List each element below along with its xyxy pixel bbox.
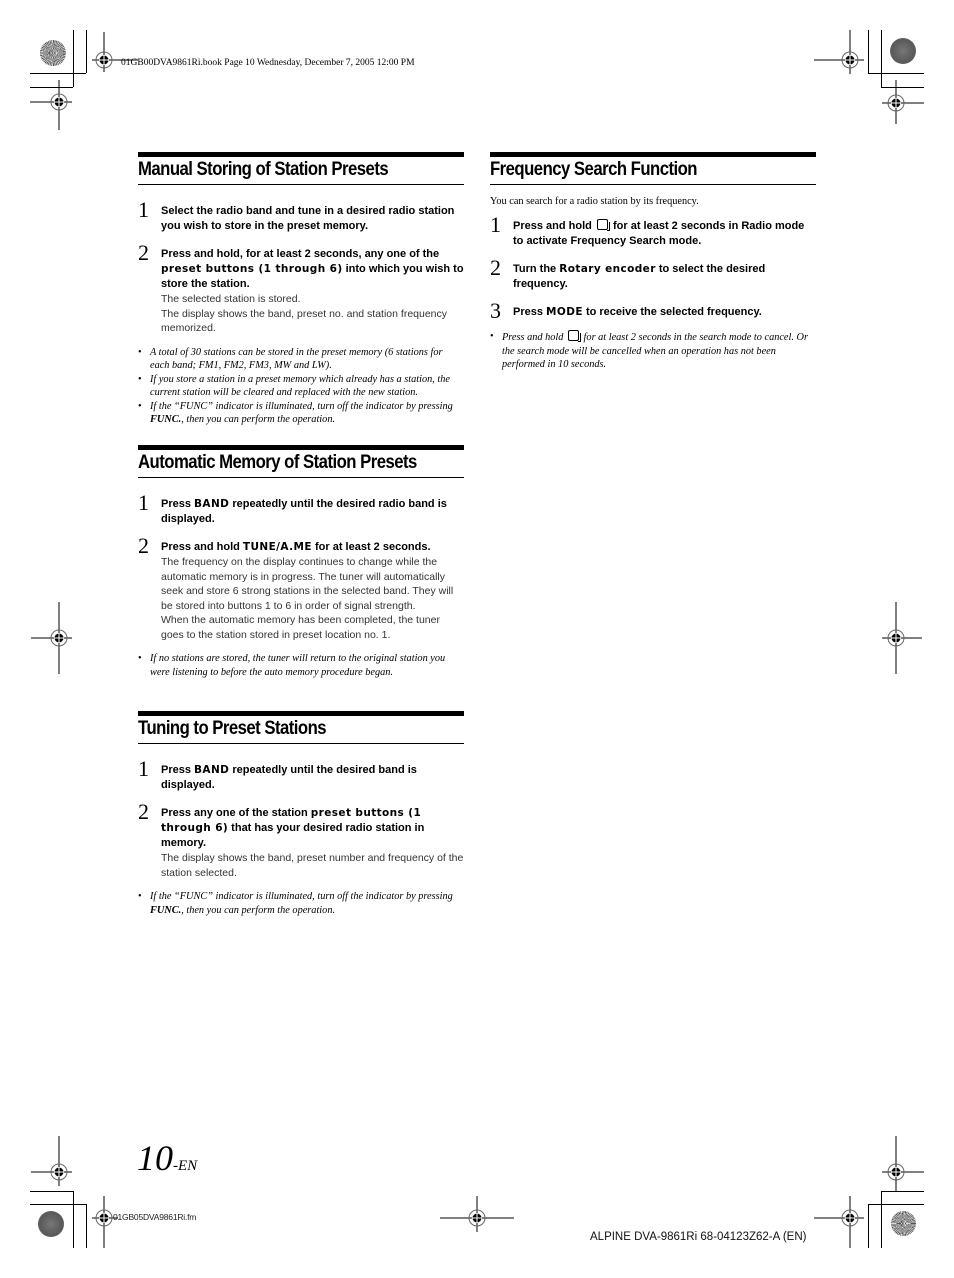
search-button-icon xyxy=(596,219,610,231)
registration-target-icon xyxy=(31,602,72,674)
color-rosette-icon xyxy=(38,1211,64,1237)
step-instruction: Press and hold TUNE/A.ME for at least 2 … xyxy=(161,541,431,553)
step-item: 2 Press and hold, for at least 2 seconds… xyxy=(138,241,464,336)
footer-model-code: ALPINE DVA-9861Ri 68-04123Z62-A (EN) xyxy=(590,1231,807,1243)
registration-target-icon xyxy=(30,80,72,130)
section-frequency-search: Frequency Search Function You can search… xyxy=(490,152,816,372)
section-tuning-presets: Tuning to Preset Stations 1 Press BAND r… xyxy=(138,711,464,917)
crop-line xyxy=(73,1191,74,1248)
step-instruction: Press BAND repeatedly until the desired … xyxy=(161,498,447,525)
step-instruction: Press BAND repeatedly until the desired … xyxy=(161,764,417,791)
registration-target-icon xyxy=(814,1196,864,1248)
color-rosette-icon xyxy=(890,38,916,64)
step-instruction: Press and hold for at least 2 seconds in… xyxy=(513,219,805,247)
section-automatic-memory: Automatic Memory of Station Presets 1 Pr… xyxy=(138,445,464,679)
step-result: When the automatic memory has been compl… xyxy=(161,614,440,641)
search-button-icon xyxy=(567,330,581,342)
step-number: 1 xyxy=(490,212,501,237)
crop-line xyxy=(86,30,87,73)
section-title: Manual Storing of Station Presets xyxy=(138,159,389,180)
step-item: 1 Press and hold for at least 2 seconds … xyxy=(490,213,816,249)
step-number: 3 xyxy=(490,298,501,323)
notes-list: • Press and hold for at least 2 seconds i… xyxy=(490,330,816,372)
section-title: Tuning to Preset Stations xyxy=(138,718,327,739)
step-item: 1 Press BAND repeatedly until the desire… xyxy=(138,491,464,527)
crop-line xyxy=(881,1191,882,1248)
key-label: MODE xyxy=(546,306,583,318)
step-result: The selected station is stored. xyxy=(161,293,301,305)
step-number: 2 xyxy=(138,799,149,824)
step-item: 3 Press MODE to receive the selected fre… xyxy=(490,299,816,323)
step-item: 2 Turn the Rotary encoder to select the … xyxy=(490,256,816,292)
step-result: The display shows the band, preset no. a… xyxy=(161,307,448,335)
book-meta-header: 01GB00DVA9861Ri.book Page 10 Wednesday, … xyxy=(121,58,415,68)
crop-line xyxy=(73,30,74,87)
note-item: • A total of 30 stations can be stored in… xyxy=(138,346,443,372)
registration-target-icon xyxy=(882,80,924,124)
registration-target-icon xyxy=(814,30,864,74)
key-label: Rotary encoder xyxy=(559,263,656,275)
notes-list: • If the “FUNC” indicator is illuminated,… xyxy=(138,890,464,917)
step-number: 1 xyxy=(138,756,149,781)
step-item: 1 Press BAND repeatedly until the desire… xyxy=(138,757,464,793)
crop-line xyxy=(30,1191,73,1192)
key-label: FUNC. xyxy=(150,904,182,916)
crop-line xyxy=(30,73,86,74)
color-rosette-icon xyxy=(891,1211,916,1236)
key-label: preset buttons (1 through 6) xyxy=(161,263,343,275)
crop-line xyxy=(868,1204,869,1248)
crop-line xyxy=(881,30,882,87)
note-item: • If you store a station in a preset memo… xyxy=(138,373,451,399)
step-instruction: Select the radio band and tune in a desi… xyxy=(161,205,455,232)
crop-line xyxy=(868,1204,924,1205)
section-header: Automatic Memory of Station Presets xyxy=(138,445,464,478)
registration-target-icon xyxy=(882,1136,924,1192)
step-item: 2 Press and hold TUNE/A.ME for at least … xyxy=(138,534,464,642)
step-result: The display shows the band, preset numbe… xyxy=(161,852,464,879)
step-instruction: Press MODE to receive the selected frequ… xyxy=(513,306,762,318)
footer-file-name: 01GB05DVA9861Ri.fm xyxy=(113,1212,197,1222)
note-item: • Press and hold for at least 2 seconds i… xyxy=(490,330,808,370)
color-rosette-icon xyxy=(40,40,66,66)
section-header: Manual Storing of Station Presets xyxy=(138,152,464,185)
step-number: 1 xyxy=(138,197,149,222)
key-label: BAND xyxy=(194,764,230,776)
step-instruction: Press and hold, for at least 2 seconds, … xyxy=(161,248,464,290)
section-intro: You can search for a radio station by it… xyxy=(490,196,699,207)
step-item: 1 Select the radio band and tune in a de… xyxy=(138,198,464,234)
crop-line xyxy=(86,1204,87,1248)
registration-target-icon xyxy=(92,32,138,72)
crop-line xyxy=(30,1204,86,1205)
step-number: 2 xyxy=(138,533,149,558)
crop-line xyxy=(868,73,924,74)
registration-target-icon xyxy=(440,1196,514,1232)
step-number: 1 xyxy=(138,490,149,515)
section-manual-storing: Manual Storing of Station Presets 1 Sele… xyxy=(138,152,464,427)
note-item: • If no stations are stored, the tuner wi… xyxy=(138,653,446,678)
step-instruction: Turn the Rotary encoder to select the de… xyxy=(513,263,766,290)
registration-target-icon xyxy=(882,602,922,674)
notes-list: • If no stations are stored, the tuner wi… xyxy=(138,652,464,679)
step-item: 2 Press any one of the station preset bu… xyxy=(138,800,464,880)
crop-line xyxy=(868,30,869,73)
step-number: 2 xyxy=(490,255,501,280)
registration-target-icon xyxy=(31,1136,72,1186)
step-instruction: Press any one of the station preset butt… xyxy=(161,807,425,849)
note-item: • If the “FUNC” indicator is illuminated,… xyxy=(138,400,453,426)
page-number: 10-EN xyxy=(137,1138,198,1178)
section-header: Frequency Search Function xyxy=(490,152,816,185)
section-title: Automatic Memory of Station Presets xyxy=(138,452,417,473)
note-item: • If the “FUNC” indicator is illuminated,… xyxy=(138,891,453,916)
key-label: TUNE/A.ME xyxy=(242,541,312,553)
section-title: Frequency Search Function xyxy=(490,159,698,180)
registration-target-icon xyxy=(92,1196,118,1248)
step-result: The frequency on the display continues t… xyxy=(161,556,454,612)
key-label: FUNC. xyxy=(150,414,182,425)
crop-line xyxy=(881,1191,924,1192)
section-header: Tuning to Preset Stations xyxy=(138,711,464,744)
notes-list: • A total of 30 stations can be stored in… xyxy=(138,346,464,427)
key-label: BAND xyxy=(194,498,230,510)
page-language-suffix: -EN xyxy=(173,1158,198,1174)
step-number: 2 xyxy=(138,240,149,265)
